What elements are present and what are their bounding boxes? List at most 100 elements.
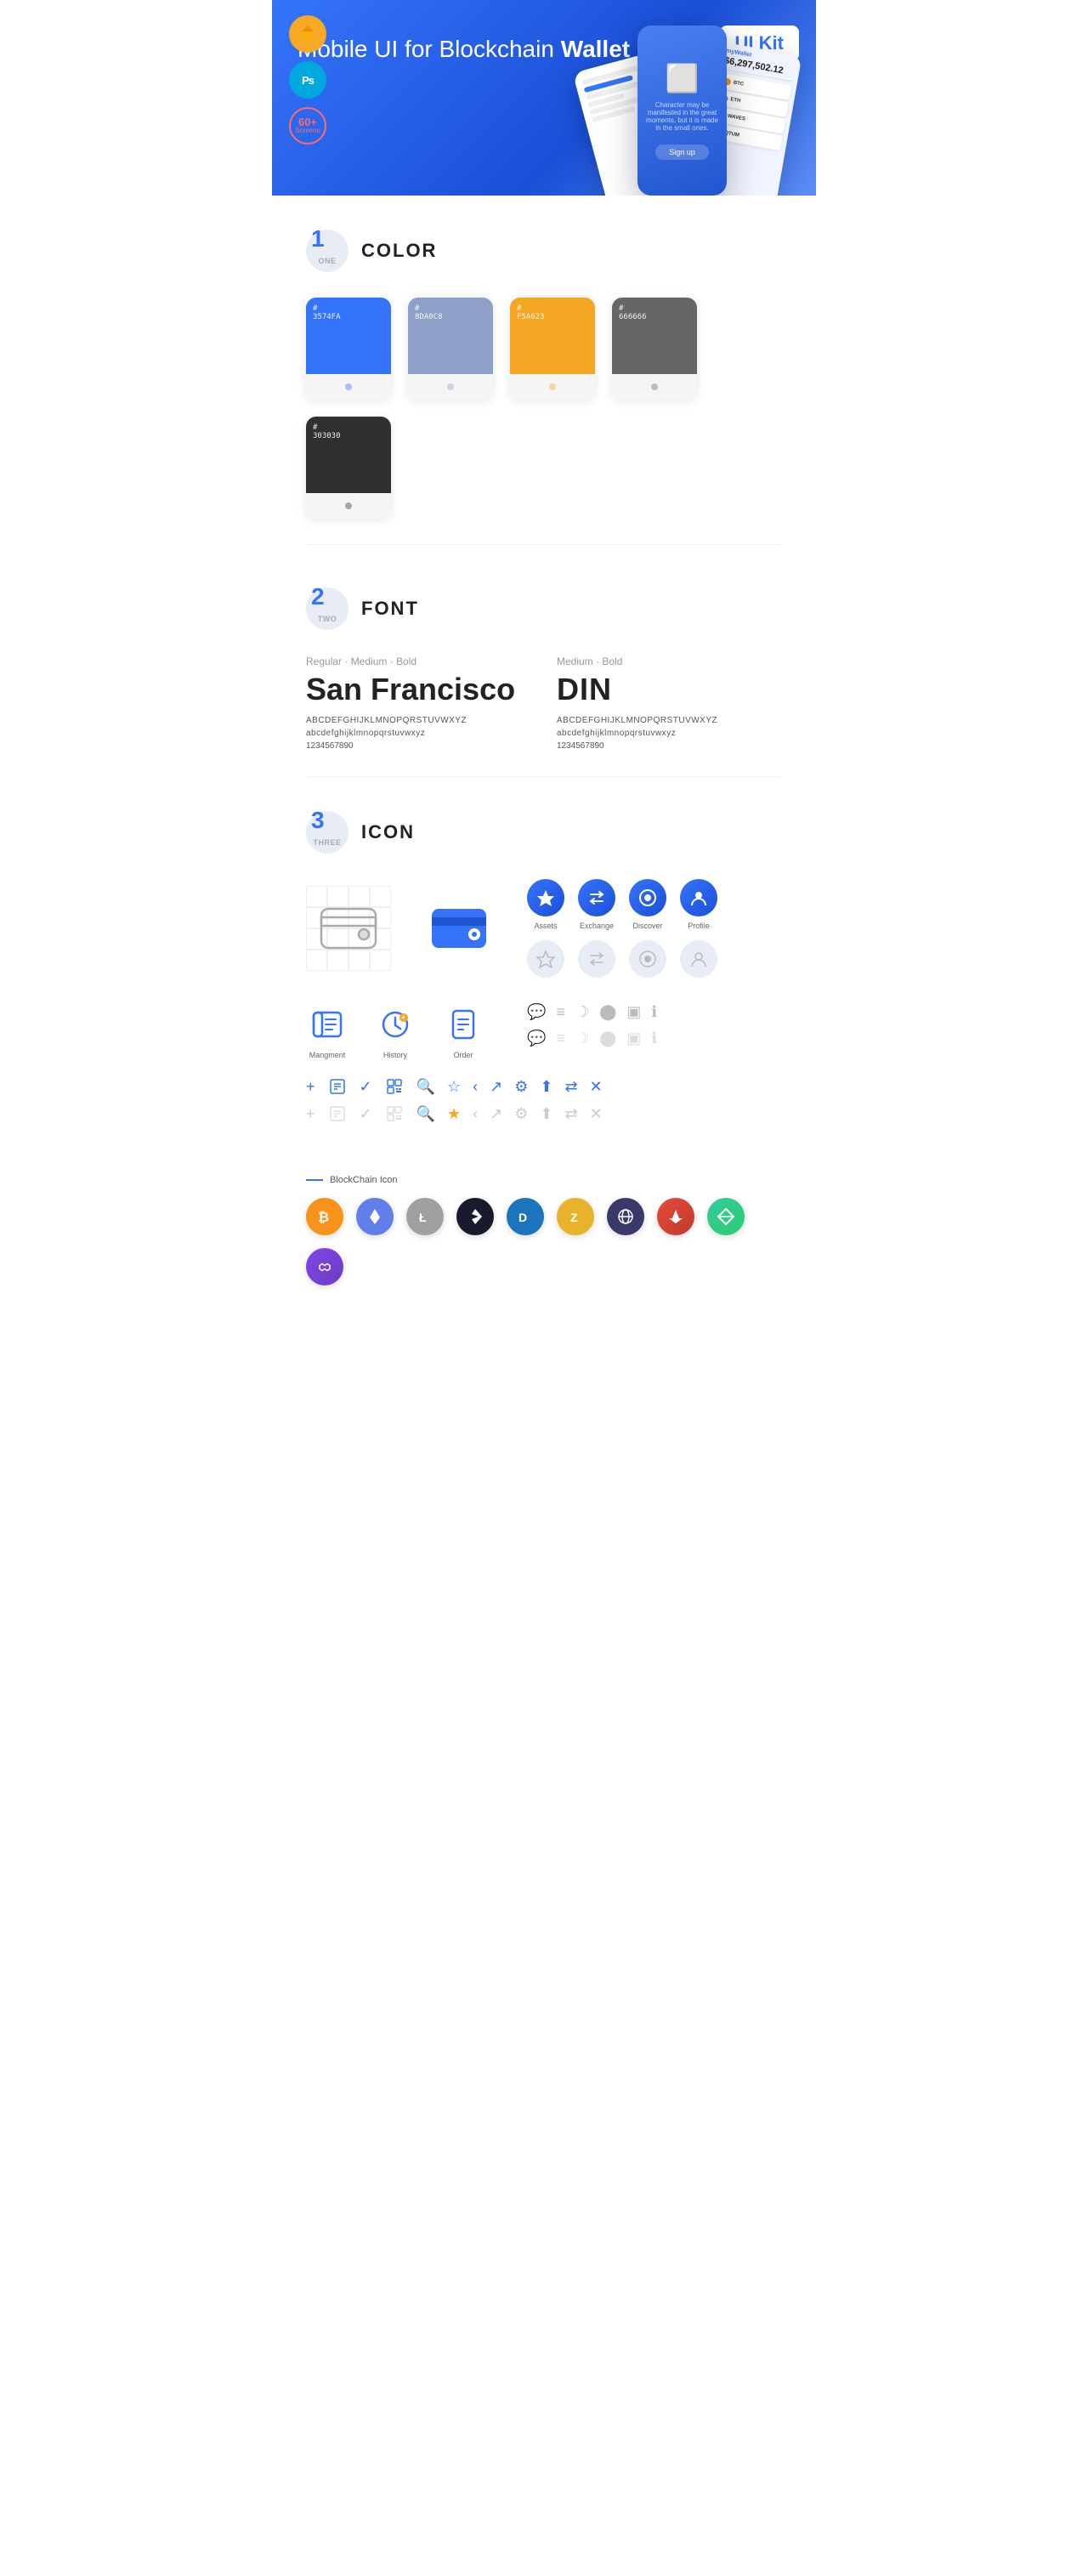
share-icon-gray: ↗ bbox=[490, 1105, 502, 1123]
small-icons-colored: + ✓ 🔍 ☆ ‹ ↗ ⚙ ⬆ ⇄ ✕ bbox=[306, 1076, 782, 1097]
divider-2 bbox=[306, 776, 782, 777]
ark-icon bbox=[657, 1198, 694, 1235]
share-icon: ↗ bbox=[490, 1078, 502, 1096]
gem-icon bbox=[607, 1198, 644, 1235]
icon-section-number: 3 THREE bbox=[306, 811, 348, 854]
exchange-label: Exchange bbox=[580, 922, 614, 930]
circle-icon-gray: ⬤ bbox=[599, 1030, 616, 1047]
discover-icon-item: Discover bbox=[629, 879, 666, 930]
svg-text:₿: ₿ bbox=[318, 1210, 329, 1225]
font-section-title: FONT bbox=[361, 598, 419, 620]
small-icons-gray: + ✓ 🔍 ★ ‹ ↗ ⚙ ⬆ ⇄ ✕ bbox=[306, 1104, 782, 1124]
phone-mockups: ⬜ Character may be manifested in the gre… bbox=[484, 9, 808, 196]
ethereum-icon bbox=[356, 1198, 394, 1235]
sf-lowercase: abcdefghijklmnopqrstuvwxyz bbox=[306, 729, 531, 738]
stratis-icon bbox=[456, 1198, 494, 1235]
assets-icon-item: Assets bbox=[527, 879, 564, 930]
hero-section: Mobile UI for Blockchain Wallet UI Kit P… bbox=[272, 0, 816, 196]
order-icon bbox=[442, 1003, 484, 1046]
phone-center: ⬜ Character may be manifested in the gre… bbox=[638, 26, 727, 196]
assets-icon-outline bbox=[527, 940, 564, 978]
check-icon-gray: ✓ bbox=[360, 1105, 372, 1123]
font-sf: Regular · Medium · Bold San Francisco AB… bbox=[306, 655, 531, 751]
discover-icon bbox=[629, 879, 666, 916]
screens-badge: 60+ Screens bbox=[289, 107, 326, 145]
star-icon-orange: ★ bbox=[447, 1105, 461, 1123]
check-icon: ✓ bbox=[360, 1078, 372, 1096]
history-label: History bbox=[383, 1051, 407, 1059]
din-name: DIN bbox=[557, 672, 782, 707]
polygon-icon bbox=[306, 1248, 343, 1285]
discover-label: Discover bbox=[632, 922, 662, 930]
back-icon: ‹ bbox=[473, 1078, 478, 1096]
layers-icon: ≡ bbox=[556, 1003, 565, 1021]
order-icon-item: Order bbox=[442, 1003, 484, 1059]
settings-icon-gray: ⚙ bbox=[514, 1105, 528, 1123]
color-swatches: #3574FA #8DA0C8 #F5A623 #666666 #303030 bbox=[306, 298, 782, 519]
moon-icon-gray: ☽ bbox=[575, 1030, 589, 1047]
litecoin-icon: Ł bbox=[406, 1198, 444, 1235]
assets-icon bbox=[527, 879, 564, 916]
bitcoin-icon: ₿ bbox=[306, 1198, 343, 1235]
icon-section: 3 THREE ICON bbox=[272, 786, 816, 1166]
circle-icon: ⬤ bbox=[599, 1003, 616, 1021]
history-icon-item: History bbox=[374, 1003, 416, 1059]
font-section-number: 2 TWO bbox=[306, 587, 348, 630]
zcash-icon: Z bbox=[557, 1198, 594, 1235]
edit-icon-gray bbox=[327, 1104, 348, 1124]
sf-weights: Regular · Medium · Bold bbox=[306, 655, 531, 667]
profile-icon bbox=[680, 879, 717, 916]
qr-icon-gray bbox=[384, 1104, 405, 1124]
blockchain-section: BlockChain Icon ₿ Ł D Z bbox=[272, 1166, 816, 1319]
color-section-header: 1 ONE COLOR bbox=[306, 230, 782, 272]
settings-icon: ⚙ bbox=[514, 1078, 528, 1096]
font-section-header: 2 TWO FONT bbox=[306, 587, 782, 630]
profile-icon-gray bbox=[680, 940, 717, 978]
moon-icon: ☽ bbox=[575, 1003, 589, 1021]
assets-label: Assets bbox=[534, 922, 557, 930]
swatch-dark: #303030 bbox=[306, 417, 391, 519]
din-uppercase: ABCDEFGHIJKLMNOPQRSTUVWXYZ bbox=[557, 716, 782, 725]
mangment-label: Mangment bbox=[309, 1051, 346, 1059]
svg-text:Z: Z bbox=[570, 1211, 578, 1224]
exchange-icon-gray bbox=[578, 940, 615, 978]
sf-name: San Francisco bbox=[306, 672, 531, 707]
hero-badges: Ps 60+ Screens bbox=[289, 15, 326, 145]
edit-icon bbox=[327, 1076, 348, 1097]
divider-1 bbox=[306, 544, 782, 545]
back-icon-gray: ‹ bbox=[473, 1105, 478, 1123]
sf-numbers: 1234567890 bbox=[306, 741, 531, 751]
font-section: 2 TWO FONT Regular · Medium · Bold San F… bbox=[272, 553, 816, 768]
profile-label: Profile bbox=[688, 922, 710, 930]
app-icons-row: Mangment History bbox=[306, 1003, 782, 1059]
icon-section-header: 3 THREE ICON bbox=[306, 811, 782, 854]
color-section: 1 ONE COLOR #3574FA #8DA0C8 #F5A623 #666… bbox=[272, 196, 816, 536]
message-icon: ▣ bbox=[626, 1003, 641, 1021]
search-icon: 🔍 bbox=[416, 1078, 435, 1096]
export-icon-gray: ⬆ bbox=[540, 1105, 552, 1123]
close-icon: ✕ bbox=[590, 1078, 603, 1096]
chat-icon-gray: 💬 bbox=[527, 1030, 546, 1047]
utility-icons-row1: 💬 ≡ ☽ ⬤ ▣ ℹ bbox=[527, 1003, 657, 1021]
exchange-icon-outline bbox=[578, 940, 615, 978]
qr-icon bbox=[384, 1076, 405, 1097]
export-icon: ⬆ bbox=[540, 1078, 552, 1096]
discover-icon-outline bbox=[629, 940, 666, 978]
ps-badge: Ps bbox=[289, 61, 326, 99]
info-icon: ℹ bbox=[651, 1003, 657, 1021]
plus-icon: + bbox=[306, 1078, 315, 1096]
svg-text:Ł: Ł bbox=[419, 1211, 427, 1224]
wallet-icon-solid bbox=[416, 886, 502, 971]
color-section-title: COLOR bbox=[361, 240, 437, 262]
swatch-grayblue: #8DA0C8 bbox=[408, 298, 493, 400]
search-icon-gray: 🔍 bbox=[416, 1105, 435, 1123]
nav-icons-colored: Assets Exchange Discover bbox=[527, 879, 717, 930]
nav-icons-gray bbox=[527, 940, 717, 978]
layers-icon-gray: ≡ bbox=[556, 1030, 565, 1047]
nav-icons-group: Assets Exchange Discover bbox=[527, 879, 717, 978]
swap-icon-gray: ⇄ bbox=[565, 1105, 578, 1123]
din-numbers: 1234567890 bbox=[557, 741, 782, 751]
plus-icon-gray: + bbox=[306, 1105, 315, 1123]
blockchain-label: BlockChain Icon bbox=[306, 1175, 782, 1185]
sketch-badge bbox=[289, 15, 326, 53]
